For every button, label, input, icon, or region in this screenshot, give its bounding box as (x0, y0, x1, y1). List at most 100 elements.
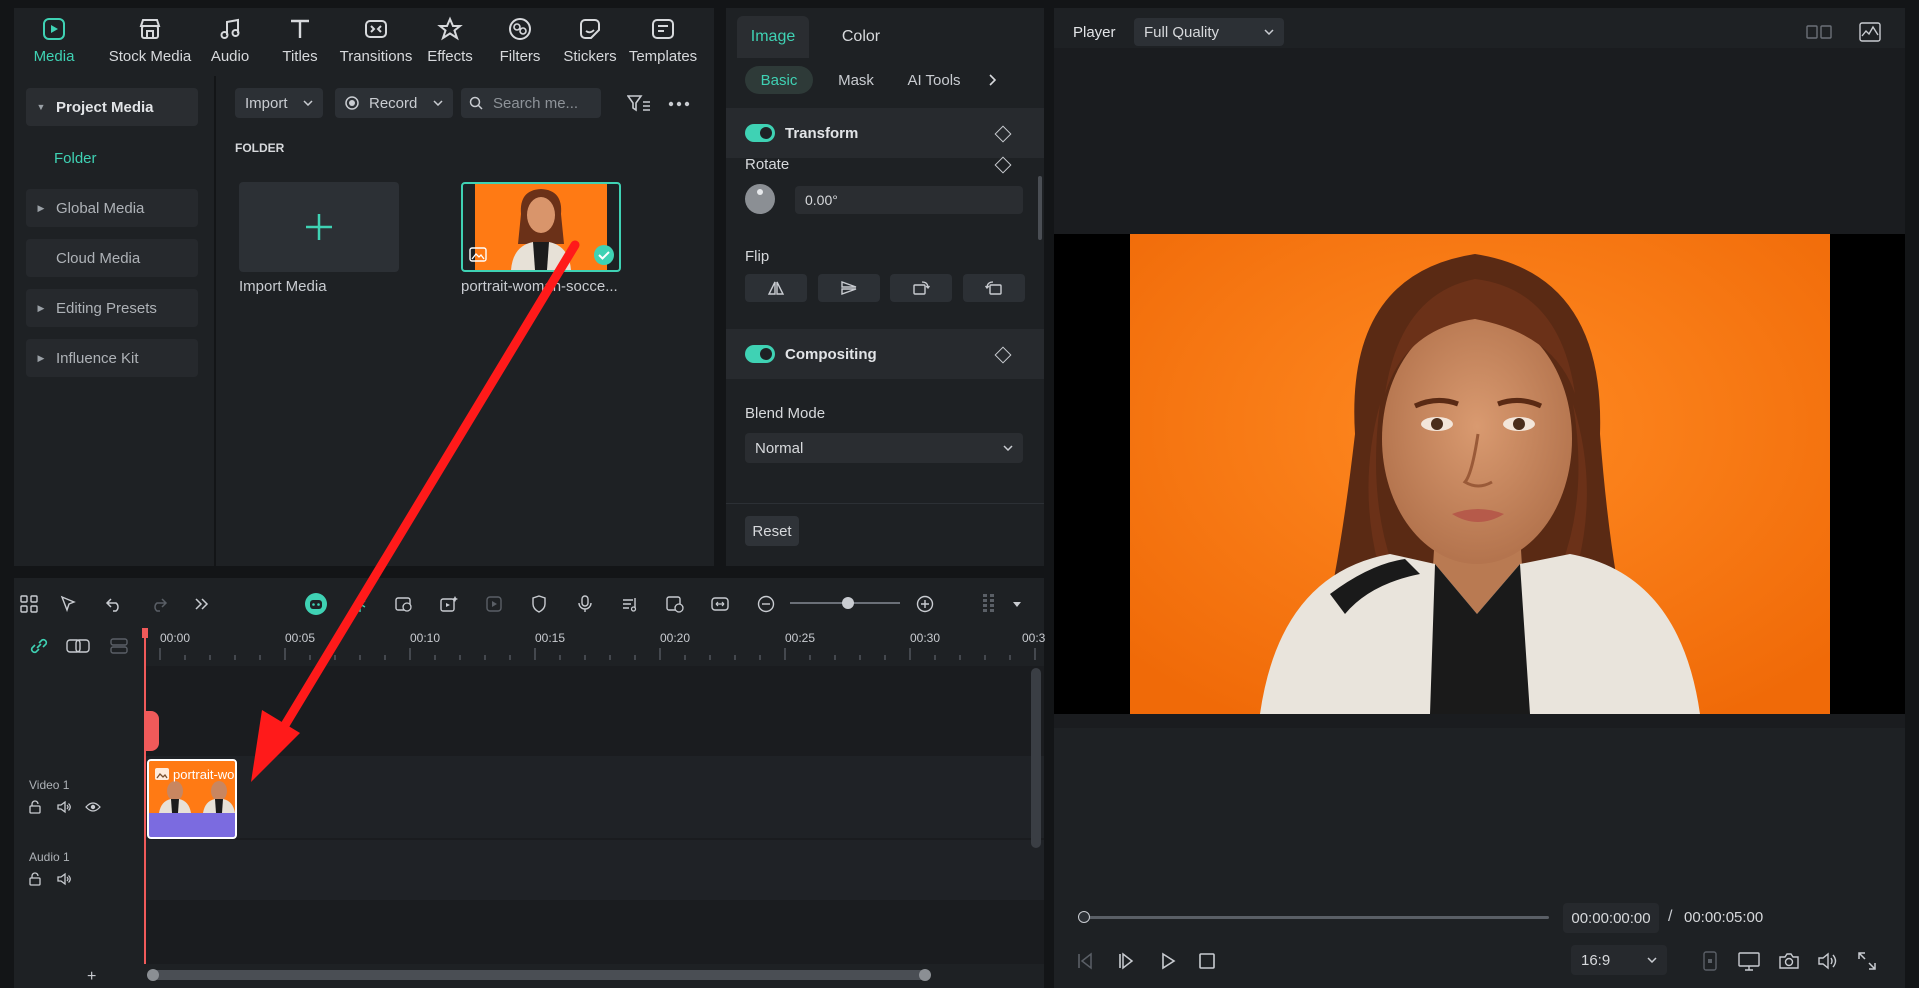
volume-icon[interactable] (1817, 951, 1839, 971)
select-tool-icon[interactable] (57, 592, 81, 616)
tab-audio[interactable]: Audio (190, 16, 270, 65)
zoom-in-icon[interactable] (913, 592, 937, 616)
playhead-top-marker[interactable] (142, 628, 148, 638)
split-icon[interactable] (348, 592, 372, 616)
blend-mode-select[interactable]: Normal (745, 433, 1023, 463)
video-track-lane[interactable] (144, 756, 1044, 838)
mask-shield-icon[interactable] (527, 592, 551, 616)
snapshot-camera-icon[interactable] (1778, 951, 1800, 971)
group-link-icon[interactable] (66, 637, 90, 655)
layout-grid-icon[interactable] (17, 592, 41, 616)
compare-view-icon[interactable] (1806, 23, 1832, 41)
tab-stickers[interactable]: Stickers (550, 16, 630, 65)
audio-mix-icon[interactable] (618, 592, 642, 616)
scroll-handle-right[interactable] (919, 969, 931, 981)
sidebar-item-folder[interactable]: Folder (54, 150, 97, 167)
filter-icon[interactable] (627, 94, 651, 114)
more-tools-icon[interactable] (190, 592, 214, 616)
chevron-right-icon[interactable] (989, 74, 997, 86)
undo-icon[interactable] (102, 592, 126, 616)
link-icon[interactable] (28, 636, 50, 656)
subtab-mask[interactable]: Mask (826, 66, 886, 94)
rotate-keyframe-icon[interactable] (994, 156, 1012, 174)
rotate-value-input[interactable]: 0.00° (795, 186, 1023, 214)
tab-image[interactable]: Image (737, 16, 809, 58)
playhead-line[interactable] (144, 628, 146, 988)
caret-down-icon[interactable] (1013, 602, 1021, 607)
more-options-icon[interactable] (668, 101, 690, 107)
sidebar-item-cloud-media[interactable]: Cloud Media (26, 239, 198, 277)
tab-media[interactable]: Media (14, 16, 94, 65)
transform-toggle[interactable] (745, 124, 775, 142)
zoom-slider-handle[interactable] (842, 597, 854, 609)
timeline-horizontal-scrollbar[interactable] (147, 969, 931, 981)
speed-icon[interactable] (392, 592, 416, 616)
playhead-handle[interactable] (145, 711, 159, 751)
speaker-icon[interactable] (56, 872, 72, 886)
microphone-icon[interactable] (573, 592, 597, 616)
scopes-icon[interactable] (1859, 22, 1881, 42)
quality-dropdown[interactable]: Full Quality (1134, 18, 1284, 46)
tab-transitions[interactable]: Transitions (335, 16, 417, 65)
sidebar-item-editing-presets[interactable]: ▶ Editing Presets (26, 289, 198, 327)
tab-stock-media[interactable]: Stock Media (95, 16, 205, 65)
keyframe-diamond-icon[interactable] (994, 346, 1012, 364)
lock-track-icon[interactable] (28, 800, 42, 814)
fit-width-icon[interactable] (708, 592, 732, 616)
scroll-handle-left[interactable] (147, 969, 159, 981)
lock-track-icon[interactable] (28, 872, 42, 886)
rotate-clockwise-button[interactable] (890, 274, 952, 302)
previous-frame-icon[interactable] (1076, 952, 1094, 970)
subtab-ai-tools[interactable]: AI Tools (894, 66, 974, 94)
zoom-out-icon[interactable] (754, 592, 778, 616)
import-dropdown[interactable]: Import (235, 88, 323, 118)
monitor-icon[interactable] (1738, 951, 1760, 971)
audio-track-lane[interactable] (144, 840, 1044, 900)
preview-canvas[interactable] (1130, 234, 1830, 714)
sidebar-item-influence-kit[interactable]: ▶ Influence Kit (26, 339, 198, 377)
play-icon[interactable] (1159, 952, 1177, 970)
ai-copilot-icon[interactable] (304, 592, 328, 616)
fullscreen-icon[interactable] (1857, 951, 1877, 971)
add-track-icon[interactable]: + (87, 968, 96, 986)
playback-progress-bar[interactable] (1078, 911, 1549, 923)
next-frame-icon[interactable] (1117, 952, 1135, 970)
sidebar-item-global-media[interactable]: ▶ Global Media (26, 189, 198, 227)
rotate-dial[interactable] (745, 184, 775, 214)
speaker-icon[interactable] (56, 800, 72, 814)
eye-icon[interactable] (85, 801, 101, 813)
device-preview-icon[interactable] (1702, 951, 1718, 971)
track-height-icon[interactable] (977, 592, 1001, 616)
zoom-slider[interactable] (790, 597, 900, 609)
timeline-video-clip[interactable]: portrait-wo... (147, 759, 237, 839)
aspect-ratio-dropdown[interactable]: 16:9 (1571, 945, 1667, 975)
flip-vertical-button[interactable] (818, 274, 880, 302)
import-media-tile[interactable] (239, 182, 399, 272)
tab-filters[interactable]: Filters (480, 16, 560, 65)
tab-templates[interactable]: Templates (622, 16, 704, 65)
tab-effects[interactable]: Effects (410, 16, 490, 65)
sidebar-item-project-media[interactable]: ▼ Project Media (26, 88, 198, 126)
rotate-counterclockwise-button[interactable] (963, 274, 1025, 302)
subtab-basic[interactable]: Basic (745, 66, 813, 94)
timeline-ruler[interactable]: 00:00 00:05 00:10 00:15 00:20 00:25 00:3… (144, 628, 1045, 666)
record-dropdown[interactable]: Record (335, 88, 453, 118)
search-input[interactable] (491, 93, 590, 113)
timeline-vertical-scrollbar[interactable] (1031, 668, 1041, 848)
stop-icon[interactable] (1198, 952, 1216, 970)
redo-icon[interactable] (147, 592, 171, 616)
progress-handle[interactable] (1078, 911, 1090, 923)
tab-titles[interactable]: Titles (260, 16, 340, 65)
media-clip-thumbnail[interactable] (461, 182, 621, 272)
track-manager-icon[interactable] (108, 637, 130, 655)
flip-horizontal-button[interactable] (745, 274, 807, 302)
disabled-tool-icon[interactable] (482, 592, 506, 616)
ai-video-icon[interactable] (437, 592, 461, 616)
preview-render-icon[interactable] (663, 592, 687, 616)
properties-scrollbar[interactable] (1038, 176, 1042, 240)
compositing-toggle[interactable] (745, 345, 775, 363)
reset-button[interactable]: Reset (745, 516, 799, 546)
keyframe-diamond-icon[interactable] (994, 125, 1012, 143)
tab-color[interactable]: Color (821, 16, 901, 58)
current-time[interactable]: 00:00:00:00 (1563, 903, 1659, 933)
